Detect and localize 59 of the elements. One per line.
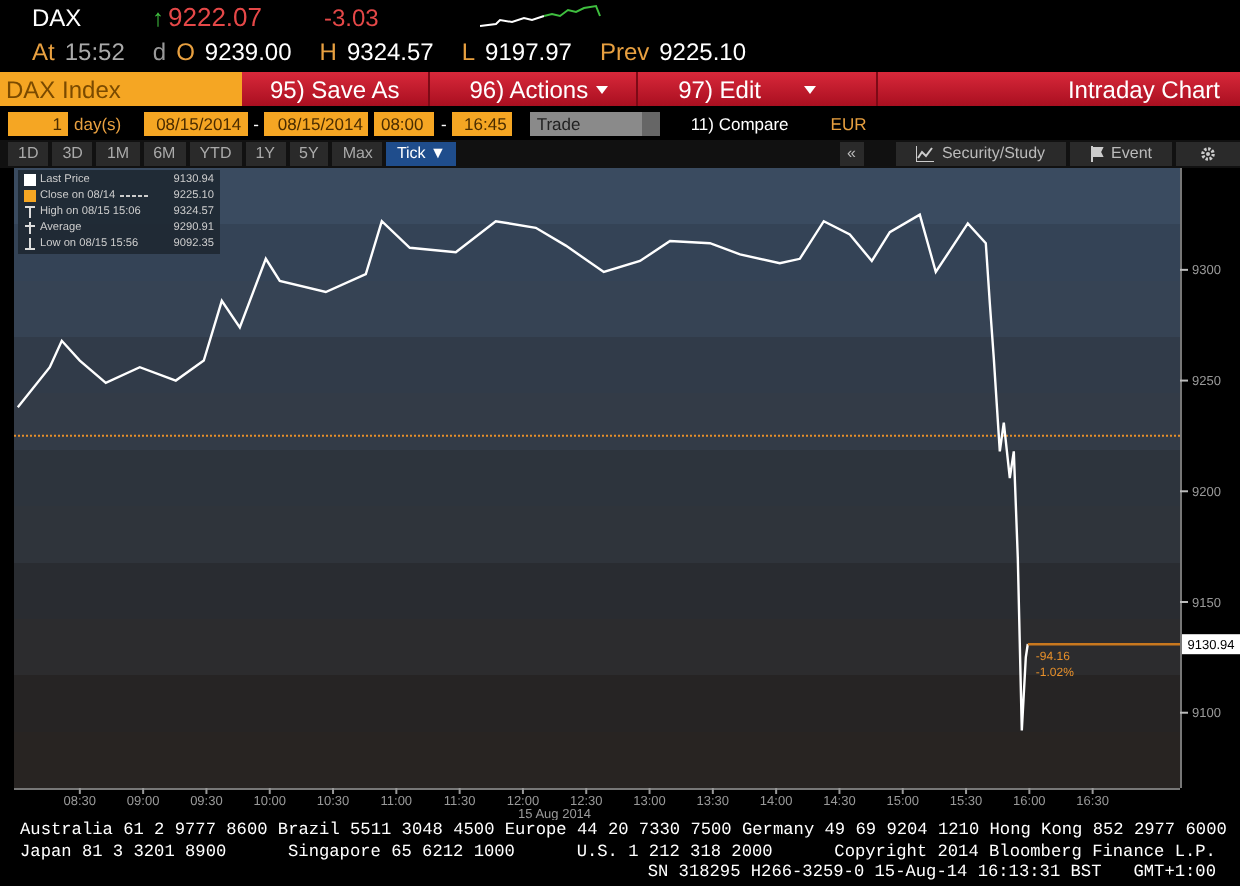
- event-button[interactable]: Event: [1069, 142, 1172, 166]
- chart-icon: [915, 146, 934, 162]
- settings-button[interactable]: [1176, 142, 1240, 166]
- footer-text: Singapore 65 6212 1000: [288, 841, 515, 862]
- study-button[interactable]: Security/Study: [895, 142, 1066, 166]
- period-tab[interactable]: 6M: [143, 142, 186, 166]
- footer-text: U.S. 1 212 318 2000: [576, 841, 773, 862]
- end-date-field[interactable]: 08/15/2014: [264, 112, 369, 136]
- security-field[interactable]: DAX Index: [0, 72, 242, 106]
- high-marker-icon: [24, 206, 36, 218]
- average-marker-icon: [24, 222, 36, 234]
- toolbar-button[interactable]: 97) Edit: [638, 72, 879, 106]
- square-icon: [24, 190, 36, 202]
- dashed-line-icon: [119, 194, 148, 198]
- compare-button[interactable]: 11) Compare: [690, 111, 789, 137]
- high-price: 9324.57: [346, 35, 434, 69]
- open-price: 9239.00: [204, 35, 292, 69]
- unit-label: day(s): [74, 111, 122, 137]
- period-tab[interactable]: 1Y: [245, 142, 286, 166]
- last-price: 9222.07: [168, 0, 264, 36]
- period-tab[interactable]: YTD: [189, 142, 242, 166]
- start-time-field[interactable]: 08:00: [374, 112, 435, 136]
- settings-icon: [1200, 146, 1216, 162]
- low-price: 9197.97: [485, 35, 572, 69]
- period-tab[interactable]: Max: [332, 142, 383, 166]
- period-tab[interactable]: 3D: [52, 142, 93, 166]
- square-icon: [24, 174, 36, 186]
- period-tab[interactable]: 1M: [96, 142, 140, 166]
- toolbar-button[interactable]: 96) Actions: [429, 72, 639, 106]
- period-tab[interactable]: Tick ▼: [386, 142, 456, 166]
- footer-text: Australia 61 2 9777 8600 Brazil 5511 3048 4500 Europe 44 20 7330 7500 Germany 49 69 9204 1210 Hong Kong 852 2977 6000: [20, 820, 1227, 841]
- period-tab[interactable]: 1D: [8, 142, 49, 166]
- open-label: O: [176, 35, 195, 69]
- footer-text: GMT+1:00: [1133, 862, 1216, 883]
- low-marker-icon: [24, 238, 36, 250]
- date-separator: -: [253, 111, 259, 137]
- footer-text: SN 318295 H266-3259-0 15-Aug-14 16:13:31 BST: [647, 862, 1102, 883]
- delay-label: d: [152, 35, 167, 69]
- footer-text: Japan 81 3 3201 8900: [20, 841, 227, 862]
- quote-time: 15:52: [64, 35, 125, 69]
- currency-label: EUR: [830, 111, 867, 137]
- prev-label: Prev: [599, 35, 650, 69]
- start-date-field[interactable]: 08/15/2014: [143, 112, 248, 136]
- flag-icon: [1089, 146, 1104, 162]
- change-arrow: ↑: [152, 1, 164, 35]
- low-label: L: [461, 35, 476, 69]
- end-time-field[interactable]: 16:45: [452, 112, 513, 136]
- chart-title: Intraday Chart: [1067, 73, 1222, 106]
- ticker-symbol: DAX: [32, 1, 84, 35]
- collapse-button[interactable]: «: [839, 142, 864, 166]
- period-tab[interactable]: 5Y: [289, 142, 329, 166]
- high-label: H: [319, 35, 337, 69]
- footer-text: Copyright 2014 Bloomberg Finance L.P.: [834, 841, 1216, 862]
- toolbar-button[interactable]: 95) Save As: [242, 72, 430, 106]
- time-label: At: [32, 35, 55, 69]
- prev-price: 9225.10: [659, 35, 747, 69]
- price-change: -3.03: [324, 1, 381, 35]
- day-count-field[interactable]: 1: [8, 112, 68, 136]
- time-separator: -: [440, 111, 447, 137]
